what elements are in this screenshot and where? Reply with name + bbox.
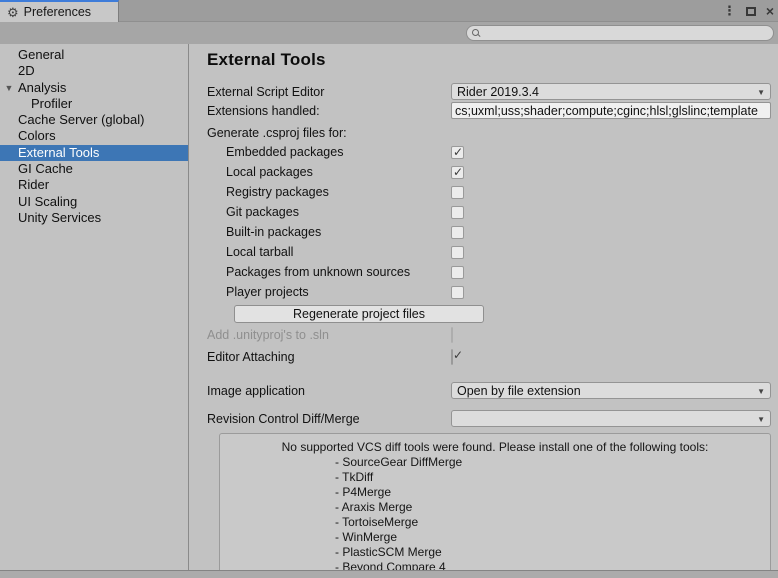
editor-attaching-checkbox[interactable] — [451, 349, 453, 365]
generate-csproj-label: Generate .csproj files for: — [207, 124, 771, 142]
tab-preferences[interactable]: ⚙ Preferences — [0, 0, 119, 22]
csproj-option-row: Registry packages — [207, 182, 771, 202]
vcs-tool-item: - P4Merge — [335, 485, 770, 500]
sidebar-item-label: Rider — [18, 177, 49, 192]
sidebar-item-label: General — [18, 47, 64, 62]
sidebar-item-colors[interactable]: Colors — [0, 128, 188, 144]
vcs-tool-list: - SourceGear DiffMerge- TkDiff- P4Merge-… — [220, 455, 770, 575]
sidebar-item-label: Colors — [18, 128, 56, 143]
csproj-option-row: Player projects — [207, 282, 771, 302]
search-box[interactable] — [466, 25, 774, 41]
csproj-option-label: Git packages — [226, 205, 451, 219]
editor-attaching-label: Editor Attaching — [207, 350, 451, 364]
add-unityproj-label: Add .unityproj's to .sln — [207, 328, 451, 342]
csproj-options-group: Embedded packages Local packages Registry … — [207, 142, 771, 302]
image-application-dropdown[interactable]: Open by file extension ▼ — [451, 382, 771, 399]
add-unityproj-checkbox — [451, 327, 453, 343]
csproj-option-label: Player projects — [226, 285, 451, 299]
csproj-option-checkbox-registry-packages[interactable] — [451, 186, 464, 199]
sidebar-item-label: External Tools — [18, 145, 99, 160]
extensions-input[interactable] — [451, 102, 771, 119]
search-icon — [472, 29, 481, 38]
csproj-option-checkbox-local-tarball[interactable] — [451, 246, 464, 259]
sidebar-item-rider[interactable]: Rider — [0, 177, 188, 193]
vcs-tool-item: - TkDiff — [335, 470, 770, 485]
csproj-option-row: Embedded packages — [207, 142, 771, 162]
sidebar-item-label: GI Cache — [18, 161, 73, 176]
preferences-sidebar: General2D▼AnalysisProfilerCache Server (… — [0, 44, 189, 570]
csproj-option-checkbox-player-projects[interactable] — [451, 286, 464, 299]
image-application-value: Open by file extension — [457, 384, 581, 398]
editor-attaching-row: Editor Attaching — [207, 347, 771, 367]
csproj-option-row: Local packages — [207, 162, 771, 182]
vcs-tool-item: - Araxis Merge — [335, 500, 770, 515]
sidebar-item-general[interactable]: General — [0, 47, 188, 63]
csproj-option-checkbox-embedded-packages[interactable] — [451, 146, 464, 159]
vcs-helpbox: No supported VCS diff tools were found. … — [219, 433, 771, 574]
foldout-arrow-icon[interactable]: ▼ — [3, 80, 15, 96]
chevron-down-icon: ▼ — [757, 88, 765, 97]
csproj-option-checkbox-git-packages[interactable] — [451, 206, 464, 219]
image-application-row: Image application Open by file extension… — [207, 381, 771, 400]
search-input[interactable] — [484, 26, 773, 40]
sidebar-item-gi-cache[interactable]: GI Cache — [0, 161, 188, 177]
sidebar-item-label: Cache Server (global) — [18, 112, 144, 127]
csproj-option-row: Local tarball — [207, 242, 771, 262]
sidebar-item-label: 2D — [18, 63, 35, 78]
revision-control-row: Revision Control Diff/Merge ▼ — [207, 409, 771, 428]
csproj-option-checkbox-packages-from-unknown-sources[interactable] — [451, 266, 464, 279]
sidebar-item-label: Unity Services — [18, 210, 101, 225]
vcs-tool-item: - PlasticSCM Merge — [335, 545, 770, 560]
csproj-option-checkbox-local-packages[interactable] — [451, 166, 464, 179]
sidebar-item-ui-scaling[interactable]: UI Scaling — [0, 194, 188, 210]
vcs-helpbox-intro: No supported VCS diff tools were found. … — [220, 440, 770, 455]
toolbar — [0, 22, 778, 44]
extensions-row: Extensions handled: — [207, 101, 771, 120]
chevron-down-icon: ▼ — [757, 415, 765, 424]
sidebar-item-unity-services[interactable]: Unity Services — [0, 210, 188, 226]
chevron-down-icon: ▼ — [757, 387, 765, 396]
extensions-label: Extensions handled: — [207, 104, 451, 118]
page-title: External Tools — [207, 50, 771, 70]
csproj-option-row: Packages from unknown sources — [207, 262, 771, 282]
add-unityproj-row: Add .unityproj's to .sln — [207, 326, 771, 344]
vcs-tool-item: - TortoiseMerge — [335, 515, 770, 530]
tab-bar: ⚙ Preferences ⋮ × — [0, 0, 778, 22]
csproj-option-label: Registry packages — [226, 185, 451, 199]
revision-control-label: Revision Control Diff/Merge — [207, 412, 451, 426]
csproj-option-label: Local packages — [226, 165, 451, 179]
sidebar-item-analysis[interactable]: ▼Analysis — [0, 80, 188, 96]
script-editor-row: External Script Editor Rider 2019.3.4 ▼ — [207, 82, 771, 101]
sidebar-item-label: Analysis — [18, 80, 66, 95]
close-icon[interactable]: × — [766, 4, 774, 18]
script-editor-dropdown[interactable]: Rider 2019.3.4 ▼ — [451, 83, 771, 100]
vcs-tool-item: - SourceGear DiffMerge — [335, 455, 770, 470]
sidebar-item-label: Profiler — [31, 96, 72, 111]
sidebar-item-label: UI Scaling — [18, 194, 77, 209]
csproj-option-checkbox-built-in-packages[interactable] — [451, 226, 464, 239]
menu-dots-icon[interactable]: ⋮ — [723, 3, 736, 19]
csproj-option-label: Built-in packages — [226, 225, 451, 239]
regenerate-project-files-button[interactable]: Regenerate project files — [234, 305, 484, 323]
image-application-label: Image application — [207, 384, 451, 398]
sidebar-item-cache-server-global[interactable]: Cache Server (global) — [0, 112, 188, 128]
csproj-option-label: Packages from unknown sources — [226, 265, 451, 279]
status-bar — [0, 570, 778, 578]
script-editor-label: External Script Editor — [207, 85, 451, 99]
script-editor-value: Rider 2019.3.4 — [457, 85, 539, 99]
gear-icon: ⚙ — [7, 6, 19, 19]
sidebar-item-profiler[interactable]: Profiler — [0, 96, 188, 112]
revision-control-dropdown[interactable]: ▼ — [451, 410, 771, 427]
csproj-option-label: Local tarball — [226, 245, 451, 259]
external-tools-panel: External Tools External Script Editor Ri… — [189, 44, 778, 570]
sidebar-item-2d[interactable]: 2D — [0, 63, 188, 79]
csproj-option-row: Built-in packages — [207, 222, 771, 242]
sidebar-item-external-tools[interactable]: External Tools — [0, 145, 188, 161]
vcs-tool-item: - WinMerge — [335, 530, 770, 545]
maximize-icon[interactable] — [746, 7, 756, 16]
csproj-option-label: Embedded packages — [226, 145, 451, 159]
csproj-option-row: Git packages — [207, 202, 771, 222]
tab-title: Preferences — [24, 5, 91, 19]
